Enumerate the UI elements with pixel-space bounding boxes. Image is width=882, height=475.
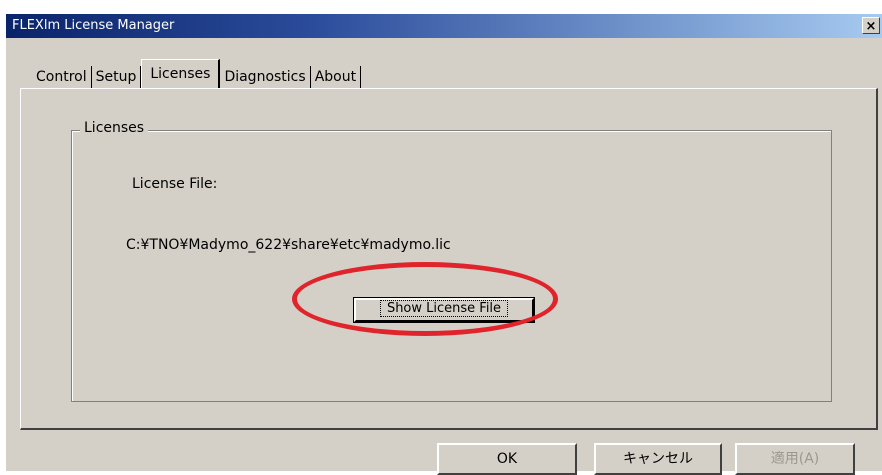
apply-button[interactable]: 適用(A) xyxy=(735,443,855,475)
window-title: FLEXlm License Manager xyxy=(12,18,175,33)
licenses-groupbox: Licenses License File: C:¥TNO¥Madymo_622… xyxy=(71,120,832,402)
ok-button[interactable]: OK xyxy=(437,443,577,475)
cancel-button[interactable]: キャンセル xyxy=(594,443,722,475)
tab-diagnostics[interactable]: Diagnostics xyxy=(220,66,311,88)
groupbox-label: Licenses xyxy=(80,120,149,136)
license-manager-window: FLEXlm License Manager × Control Setup L… xyxy=(6,14,882,475)
tab-strip: Control Setup Licenses Diagnostics About xyxy=(32,59,362,88)
close-icon: × xyxy=(865,19,877,34)
tab-control[interactable]: Control xyxy=(32,66,92,88)
tab-licenses[interactable]: Licenses xyxy=(141,59,221,88)
license-file-label: License File: xyxy=(132,176,218,192)
close-button[interactable]: × xyxy=(862,17,880,34)
license-file-path: C:¥TNO¥Madymo_622¥share¥etc¥madymo.lic xyxy=(126,237,451,253)
show-license-file-button[interactable]: Show License File xyxy=(354,298,534,322)
tab-setup[interactable]: Setup xyxy=(92,66,142,88)
licenses-tab-panel: Licenses License File: C:¥TNO¥Madymo_622… xyxy=(20,88,878,430)
show-license-file-label: Show License File xyxy=(379,300,509,317)
tab-about[interactable]: About xyxy=(311,66,362,88)
title-bar[interactable]: FLEXlm License Manager × xyxy=(6,14,882,38)
